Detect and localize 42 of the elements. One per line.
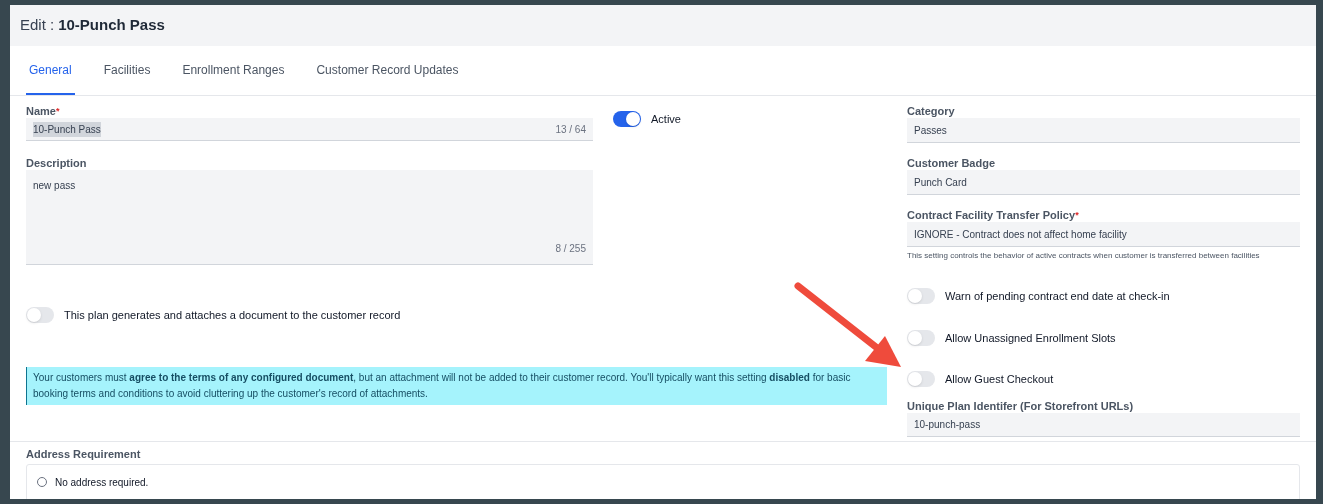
field-value: 10-Punch Pass — [33, 121, 101, 137]
info-note: Your customers must agree to the terms of any configured document, but an attachment will not be added to their customer record. You'll typically want this setting disabled for basic booking terms and conditions to avoid cluttering up the customer's record of attachments. — [26, 366, 887, 405]
field-label: Category — [907, 105, 955, 118]
toggle-switch[interactable] — [26, 307, 54, 324]
field-label: Unique Plan Identifer (For Storefront URLs) — [907, 399, 1134, 413]
toggle-label: This plan generates and attaches a document to the customer record — [64, 308, 401, 323]
option-label: No address required. — [55, 475, 149, 490]
toggle-label: Warn of pending contract end date at check-in — [945, 289, 1170, 304]
field-value: Punch Card — [914, 175, 967, 190]
field-value: 10-punch-pass — [914, 417, 981, 432]
tab[interactable]: General — [26, 46, 75, 95]
identifier-field[interactable]: 10-punch-pass — [907, 412, 1300, 437]
toggle-label: Active — [651, 112, 681, 127]
field-value: IGNORE - Contract does not affect home facility — [914, 227, 1127, 242]
tab[interactable]: Enrollment Ranges — [179, 46, 288, 95]
field-label: Address Requirement — [26, 447, 141, 461]
description-field[interactable]: new pass 8 / 255 — [26, 170, 593, 265]
field-hint: This setting controls the behavior of active contracts when customer is transferred between facilities — [907, 251, 1261, 261]
field-label: Contract Facility Transfer Policy — [907, 209, 1076, 222]
tab[interactable]: Customer Record Updates — [313, 46, 462, 95]
header-title: 10-Punch Pass — [58, 15, 165, 36]
tab[interactable]: Facilities — [100, 46, 154, 95]
field-value: Passes — [914, 123, 947, 138]
toggle-switch[interactable] — [613, 111, 641, 128]
field-label: Description — [26, 157, 87, 170]
toggle-label: Allow Guest Checkout — [945, 372, 1054, 387]
select-field[interactable]: IGNORE - Contract does not affect home facility — [907, 222, 1300, 247]
select-field[interactable]: Punch Card — [907, 170, 1300, 195]
toggle-switch[interactable] — [907, 371, 935, 388]
toggle-switch[interactable] — [907, 288, 935, 305]
required-mark: * — [55, 105, 60, 118]
character-counter: 8 / 255 — [555, 242, 586, 256]
field-value: new pass — [33, 179, 77, 193]
toggle-switch[interactable] — [907, 329, 935, 346]
header-prefix: Edit : — [20, 15, 55, 36]
toggle-label: Allow Unassigned Enrollment Slots — [945, 330, 1116, 346]
name-field[interactable]: 10-Punch Pass 13 / 64 — [26, 118, 593, 141]
field-label: Name — [26, 105, 56, 118]
required-mark: * — [1075, 209, 1079, 220]
select-field[interactable]: Passes — [907, 118, 1300, 143]
character-counter: 13 / 64 — [555, 122, 586, 137]
field-label: Customer Badge — [907, 157, 996, 170]
